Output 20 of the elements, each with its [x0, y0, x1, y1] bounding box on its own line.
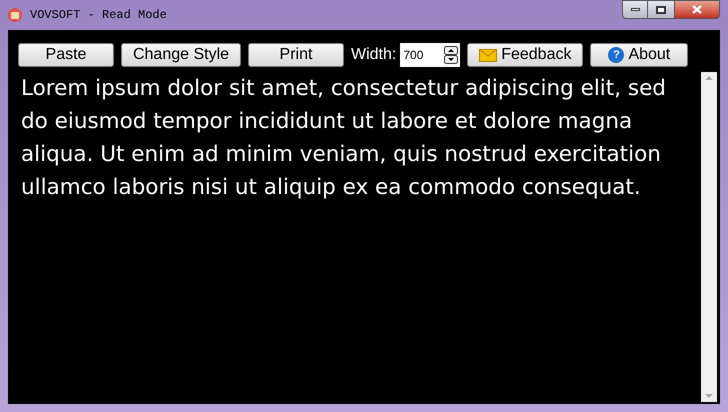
reading-text: Lorem ipsum dolor sit amet, consectetur adipiscing elit, sed do eiusmod tempor incididunt ut labore et dolore magna aliqua. Ut enim ad minim veniam, quis nostrud exercitation ullamco laboris nisi ut aliquip ex ea commodo consequat. [20, 75, 667, 202]
about-button[interactable]: ? About [590, 43, 688, 67]
toolbar-button[interactable]: Print [248, 43, 344, 67]
toolbar-button[interactable]: Paste [18, 43, 114, 67]
close-button[interactable] [674, 0, 720, 19]
window-title: VOVSOFT - Read Mode [30, 7, 167, 24]
envelope-icon [479, 48, 498, 62]
width-label: Width: [351, 45, 396, 65]
minimize-button[interactable] [622, 0, 648, 19]
scrollbar[interactable] [701, 72, 717, 402]
maximize-button[interactable] [648, 0, 674, 19]
app-icon [8, 8, 22, 22]
toolbar-button[interactable]: Change Style [121, 43, 241, 67]
scroll-down-icon [705, 394, 713, 398]
help-icon: ? [608, 47, 624, 63]
spin-arrows-icon [444, 46, 458, 64]
close-icon [692, 5, 702, 14]
feedback-button[interactable]: Feedback [467, 43, 584, 67]
scroll-up-icon [705, 76, 713, 80]
width-spinbox[interactable]: 700 [400, 43, 460, 67]
